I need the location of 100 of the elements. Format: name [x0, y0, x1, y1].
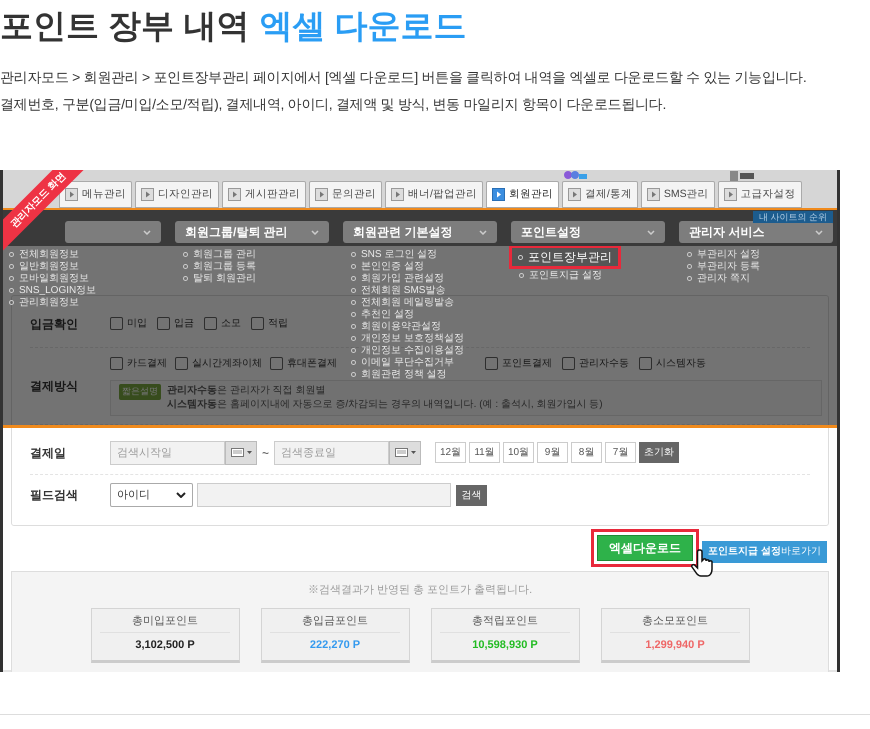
- checkbox[interactable]: [204, 317, 217, 330]
- month-button[interactable]: 8월: [571, 442, 602, 463]
- description-text: 결제번호, 구분(입금/미입/소모/적립), 결제내역, 아이디, 결제액 및 방식, 변동 마일리지 항목이 다운로드됩니다.: [0, 95, 666, 114]
- description-text: 관리자모드 > 회원관리 > 포인트장부관리 페이지에서 [엑셀 다운로드] 버튼을 클릭하여 내역을 엑셀로 다운로드할 수 있는 기능입니다.: [0, 68, 806, 87]
- month-button[interactable]: 12월: [435, 442, 466, 463]
- card-label: 총미입포인트: [100, 608, 230, 632]
- month-button[interactable]: 11월: [469, 442, 500, 463]
- menu-item[interactable]: 개인정보 보호정책설정: [351, 332, 464, 344]
- menu-item[interactable]: SNS_LOGIN정보: [9, 284, 96, 296]
- chevron-down-icon: [815, 230, 823, 234]
- card-label: 총입금포인트: [270, 608, 400, 632]
- search-field[interactable]: [197, 483, 451, 507]
- field-label: 입금확인: [30, 316, 78, 330]
- menu-item[interactable]: 전체회원정보: [9, 248, 79, 260]
- menu-item[interactable]: 포인트지급 설정: [519, 269, 602, 281]
- caret-icon: [410, 451, 416, 454]
- checkbox[interactable]: [157, 317, 170, 330]
- play-icon: [65, 188, 78, 201]
- checkbox[interactable]: [110, 317, 123, 330]
- menu-item[interactable]: 개인정보 수집이용설정: [351, 344, 464, 356]
- menu-item[interactable]: SNS 로그인 설정: [351, 248, 438, 260]
- menu-dropdown[interactable]: 회원그룹/탈퇴 관리: [175, 221, 329, 243]
- menu-tab[interactable]: 배너/팝업관리: [385, 181, 483, 208]
- menu-item[interactable]: 회원그룹 등록: [183, 260, 256, 272]
- summary-notice: ※검색결과가 반영된 총 포인트가 출력됩니다.: [308, 583, 532, 598]
- checkbox-label[interactable]: 소모: [221, 316, 241, 331]
- menu-item[interactable]: 관리회원정보: [9, 296, 79, 308]
- checkbox-label[interactable]: 적립: [268, 316, 288, 331]
- menu-item[interactable]: 관리자 쪽지: [687, 272, 750, 284]
- note-text: 관리자수동은 관리자가 직접 회원별: [167, 384, 326, 398]
- caret-icon: [246, 451, 252, 454]
- menu-dropdown[interactable]: 회원관련 기본설정: [343, 221, 497, 243]
- menu-item[interactable]: 전체회원 메일링발송: [351, 296, 454, 308]
- checkbox[interactable]: [110, 357, 123, 370]
- menu-item[interactable]: 포인트장부관리: [509, 245, 621, 269]
- checkbox[interactable]: [562, 357, 575, 370]
- menu-tab[interactable]: 게시판관리: [222, 181, 306, 208]
- menu-item[interactable]: 회원관련 정책 설정: [351, 368, 447, 380]
- chevron-down-icon: [143, 230, 151, 234]
- checkbox-label[interactable]: 포인트결제: [502, 356, 552, 371]
- menu-tab[interactable]: 고급자설정: [718, 181, 802, 208]
- checkbox-label[interactable]: 카드결제: [127, 356, 167, 371]
- menu-item[interactable]: 회원가입 관련설정: [351, 272, 444, 284]
- menu-item[interactable]: 추천인 설정: [351, 308, 414, 320]
- menu-dropdown[interactable]: 관리자 서비스: [679, 221, 833, 243]
- checkbox-label[interactable]: 미입: [127, 316, 147, 331]
- menu-dropdown[interactable]: 포인트설정: [511, 221, 665, 243]
- checkbox[interactable]: [175, 357, 188, 370]
- menu-tab[interactable]: SMS관리: [640, 181, 715, 208]
- chevron-down-icon: [479, 230, 487, 234]
- play-icon: [492, 188, 505, 201]
- menu-item[interactable]: 부관리자 등록: [687, 260, 760, 272]
- checkbox[interactable]: [251, 317, 264, 330]
- checkbox-label[interactable]: 입금: [174, 316, 194, 331]
- month-button[interactable]: 7월: [605, 442, 636, 463]
- page-title: 포인트 장부 내역: [0, 6, 250, 46]
- month-button[interactable]: 9월: [537, 442, 568, 463]
- play-icon: [315, 188, 328, 201]
- checkbox[interactable]: [639, 357, 652, 370]
- date-field[interactable]: 검색종료일: [274, 440, 390, 464]
- excel-download-button[interactable]: 엑셀다운로드: [597, 534, 694, 560]
- card-value: 222,270 P: [310, 638, 360, 652]
- play-icon: [724, 188, 737, 201]
- calendar-icon: [394, 448, 408, 457]
- menu-tab[interactable]: 문의관리: [309, 181, 382, 208]
- menu-item[interactable]: 모바일회원정보: [9, 272, 89, 284]
- menu-item[interactable]: 전체회원 SMS발송: [351, 284, 446, 296]
- menu-item[interactable]: 일반회원정보: [9, 260, 79, 272]
- calendar-button[interactable]: [225, 440, 257, 464]
- menu-item[interactable]: 본인인증 설정: [351, 260, 424, 272]
- menu-tab[interactable]: 디자인관리: [135, 181, 219, 208]
- checkbox-label[interactable]: 실시간계좌이체: [192, 356, 262, 371]
- checkbox-label[interactable]: 관리자수동: [579, 356, 629, 371]
- range-separator: ~: [262, 444, 270, 462]
- point-settings-link[interactable]: 포인트지급 설정바로가기: [702, 540, 827, 562]
- card-value: 10,598,930 P: [472, 638, 538, 652]
- field-label: 결제방식: [30, 379, 78, 393]
- checkbox[interactable]: [485, 357, 498, 370]
- card-value: 3,102,500 P: [135, 638, 195, 652]
- chevron-down-icon: [647, 230, 655, 234]
- search-type-select[interactable]: 아이디: [110, 483, 193, 507]
- checkbox-label[interactable]: 휴대폰결제: [287, 356, 337, 371]
- month-button[interactable]: 10월: [503, 442, 534, 463]
- menu-item[interactable]: 부관리자 설정: [687, 248, 760, 260]
- checkbox-label[interactable]: 시스템자동: [656, 356, 706, 371]
- rank-button[interactable]: 내 사이트의 순위: [752, 211, 833, 223]
- menu-item[interactable]: 이메일 무단수집거부: [351, 356, 454, 368]
- calendar-button[interactable]: [389, 440, 422, 464]
- menu-item[interactable]: 회원이용약관설정: [351, 320, 441, 332]
- search-button[interactable]: 검색: [456, 484, 487, 506]
- menu-tab[interactable]: 회원관리: [486, 181, 559, 208]
- reset-button[interactable]: 초기화: [639, 442, 680, 463]
- date-field[interactable]: 검색시작일: [110, 440, 225, 464]
- chevron-down-icon: [311, 230, 319, 234]
- play-icon: [568, 188, 581, 201]
- menu-item[interactable]: 탈퇴 회원관리: [183, 272, 256, 284]
- menu-item[interactable]: 회원그룹 관리: [183, 248, 256, 260]
- chevron-down-icon: [176, 492, 186, 498]
- checkbox[interactable]: [270, 357, 283, 370]
- menu-tab[interactable]: 결제/통계: [562, 181, 638, 208]
